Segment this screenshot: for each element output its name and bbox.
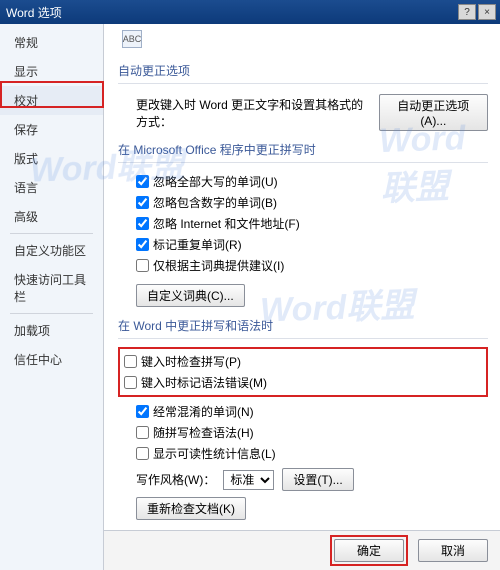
chk-check-spelling-typing[interactable] [124, 355, 137, 368]
custom-dictionaries-button[interactable]: 自定义词典(C)... [136, 284, 245, 307]
main-scroll[interactable]: ABC 自动更正选项 更改键入时 Word 更正文字和设置其格式的方式： 自动更… [104, 24, 500, 530]
section-autocorrect-head: 自动更正选项 [118, 54, 488, 84]
close-button[interactable]: × [478, 4, 496, 20]
autocorrect-options-button[interactable]: 自动更正选项(A)... [379, 94, 488, 131]
sidebar-item-addins[interactable]: 加载项 [0, 316, 103, 345]
section-office-head: 在 Microsoft Office 程序中更正拼写时 [118, 133, 488, 163]
sidebar-item-advanced[interactable]: 高级 [0, 202, 103, 231]
lbl-ignore-uppercase: 忽略全部大写的单词(U) [153, 173, 278, 190]
titlebar: Word 选项 ? × [0, 0, 500, 24]
recheck-document-button[interactable]: 重新检查文档(K) [136, 497, 246, 520]
sidebar-item-general[interactable]: 常规 [0, 28, 103, 57]
ok-button[interactable]: 确定 [334, 539, 404, 562]
sidebar-item-quickaccess[interactable]: 快速访问工具栏 [0, 265, 103, 311]
highlight-typing-checks: 键入时检查拼写(P) 键入时标记语法错误(M) [118, 347, 488, 397]
chk-ignore-numbers[interactable] [136, 196, 149, 209]
section-word-head: 在 Word 中更正拼写和语法时 [118, 309, 488, 339]
dialog-footer: 确定 取消 [104, 530, 500, 570]
sidebar-separator [10, 233, 93, 234]
cancel-button[interactable]: 取消 [418, 539, 488, 562]
chk-mark-grammar-typing[interactable] [124, 376, 137, 389]
lbl-grammar-with-spelling: 随拼写检查语法(H) [153, 424, 254, 441]
chk-confused-words[interactable] [136, 405, 149, 418]
lbl-mark-grammar-typing: 键入时标记语法错误(M) [141, 374, 267, 391]
help-button[interactable]: ? [458, 4, 476, 20]
writing-style-select[interactable]: 标准 [223, 470, 274, 490]
section-exceptions-head: 例外项(X)： W 网站金字塔结构.docx [118, 522, 488, 530]
sidebar-item-proofing[interactable]: 校对 [0, 86, 103, 115]
highlight-ok: 确定 [330, 535, 408, 566]
sidebar-item-language[interactable]: 语言 [0, 173, 103, 202]
sidebar-item-display[interactable]: 显示 [0, 57, 103, 86]
lbl-confused-words: 经常混淆的单词(N) [153, 403, 254, 420]
writing-style-label: 写作风格(W)： [136, 471, 215, 488]
lbl-flag-repeated: 标记重复单词(R) [153, 236, 242, 253]
abc-proof-icon: ABC [122, 30, 142, 48]
sidebar-item-trust[interactable]: 信任中心 [0, 345, 103, 374]
lbl-readability-stats: 显示可读性统计信息(L) [153, 445, 276, 462]
lbl-check-spelling-typing: 键入时检查拼写(P) [141, 353, 241, 370]
sidebar-item-customize-ribbon[interactable]: 自定义功能区 [0, 236, 103, 265]
window-title: Word 选项 [4, 4, 456, 21]
chk-grammar-with-spelling[interactable] [136, 426, 149, 439]
sidebar-item-save[interactable]: 保存 [0, 115, 103, 144]
chk-flag-repeated[interactable] [136, 238, 149, 251]
chk-main-dict-only[interactable] [136, 259, 149, 272]
sidebar: 常规 显示 校对 保存 版式 语言 高级 自定义功能区 快速访问工具栏 加载项 … [0, 24, 104, 570]
sidebar-item-layout[interactable]: 版式 [0, 144, 103, 173]
lbl-main-dict-only: 仅根据主词典提供建议(I) [153, 257, 284, 274]
writing-style-settings-button[interactable]: 设置(T)... [282, 468, 353, 491]
chk-readability-stats[interactable] [136, 447, 149, 460]
chk-ignore-internet[interactable] [136, 217, 149, 230]
lbl-ignore-numbers: 忽略包含数字的单词(B) [153, 194, 277, 211]
lbl-ignore-internet: 忽略 Internet 和文件地址(F) [153, 215, 300, 232]
chk-ignore-uppercase[interactable] [136, 175, 149, 188]
autocorrect-label: 更改键入时 Word 更正文字和设置其格式的方式： [136, 96, 371, 130]
sidebar-separator [10, 313, 93, 314]
